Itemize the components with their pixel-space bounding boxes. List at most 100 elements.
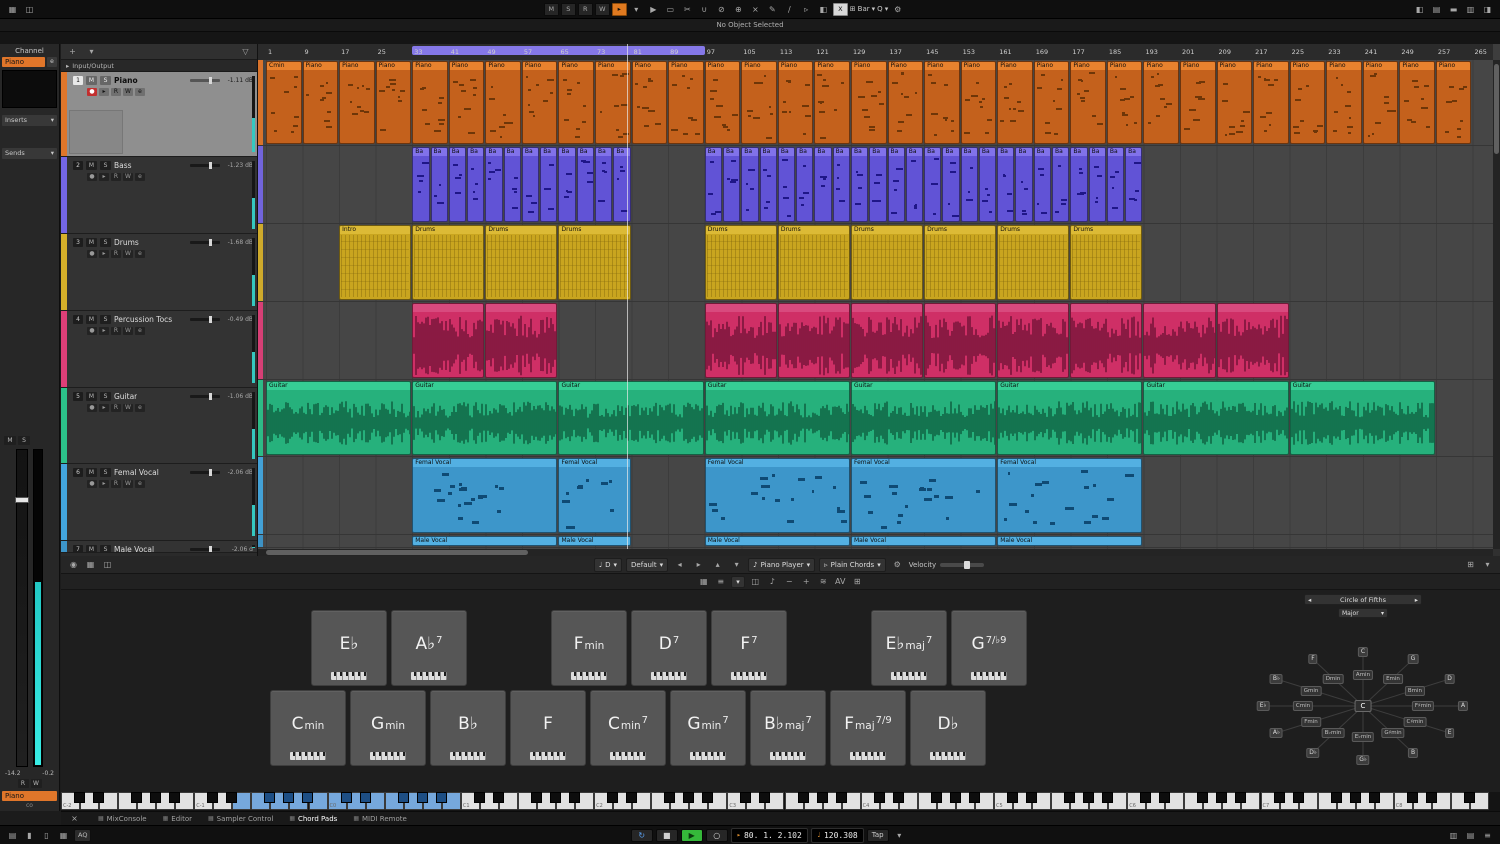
zoom-tool[interactable]: ⊕: [731, 3, 746, 16]
track-edit-button[interactable]: e: [135, 404, 145, 412]
clip-ba[interactable]: Ba: [888, 147, 905, 222]
clip-ba[interactable]: Ba: [778, 147, 795, 222]
clip-drums[interactable]: Drums: [705, 225, 777, 300]
clip-ba[interactable]: Ba: [851, 147, 868, 222]
piano-key-black[interactable]: [1102, 792, 1113, 803]
chord-pad-cmin7[interactable]: Cmin7: [590, 690, 666, 766]
track-volume-slider[interactable]: [190, 395, 220, 398]
track-mute-button[interactable]: M: [86, 545, 97, 554]
performance-meter-icon[interactable]: ▥: [1446, 829, 1461, 842]
clip-femal-vocal[interactable]: Femal Vocal: [705, 458, 850, 533]
piano-key-black[interactable]: [1293, 792, 1304, 803]
clip-piano[interactable]: Piano: [1034, 61, 1070, 144]
piano-key-black[interactable]: [1235, 792, 1246, 803]
close-lower-zone-icon[interactable]: ×: [67, 812, 82, 825]
track-solo-button[interactable]: S: [100, 392, 111, 401]
clip-audio-event[interactable]: [924, 303, 996, 378]
clip-guitar[interactable]: Guitar: [558, 381, 703, 455]
clip-drums[interactable]: Drums: [558, 225, 630, 300]
circle-chord-b-min[interactable]: B♭min: [1322, 728, 1345, 738]
audio-activity-icon[interactable]: ▮: [22, 829, 37, 842]
piano-key-black[interactable]: [398, 792, 409, 803]
piano-key-black[interactable]: [798, 792, 809, 803]
clip-ba[interactable]: Ba: [705, 147, 722, 222]
piano-key-black[interactable]: [1216, 792, 1227, 803]
clip-ba[interactable]: Ba: [522, 147, 539, 222]
track-volume-slider[interactable]: [190, 164, 220, 167]
pads-grid-icon[interactable]: ▦: [696, 575, 711, 588]
track-monitor-button[interactable]: ▸: [99, 404, 109, 412]
auto-quantize-button[interactable]: AQ: [74, 829, 91, 842]
clip-ba[interactable]: Ba: [741, 147, 758, 222]
clip-femal-vocal[interactable]: Femal Vocal: [412, 458, 557, 533]
track-solo-button[interactable]: S: [100, 238, 111, 247]
circle-chord-g[interactable]: G: [1408, 654, 1419, 664]
clip-drums[interactable]: Drums: [778, 225, 850, 300]
track-volume-slider[interactable]: [190, 241, 220, 244]
cycle-button[interactable]: ↻: [631, 829, 653, 842]
piano-key-black[interactable]: [302, 792, 313, 803]
clip-ba[interactable]: Ba: [833, 147, 850, 222]
next-preset-button[interactable]: ▸: [691, 558, 706, 571]
track-volume-slider[interactable]: [190, 318, 220, 321]
chevron-down-icon[interactable]: ▾: [892, 829, 907, 842]
add-track-button[interactable]: +: [65, 45, 80, 58]
track-record-button[interactable]: ●: [87, 88, 97, 96]
color-tool[interactable]: ◧: [816, 3, 831, 16]
previous-preset-button[interactable]: ◂: [672, 558, 687, 571]
chord-pad-e[interactable]: E♭: [311, 610, 387, 686]
record-button[interactable]: ○: [706, 829, 728, 842]
circle-chord-dmin[interactable]: Dmin: [1323, 674, 1344, 684]
erase-tool[interactable]: ⊘: [714, 3, 729, 16]
channel-edit-button[interactable]: e: [47, 57, 57, 67]
clip-piano[interactable]: Piano: [558, 61, 594, 144]
circle-chord-b[interactable]: B: [1408, 748, 1418, 758]
track-header-drums[interactable]: 3MSDrums-1.68 dB●▸RWe: [61, 234, 257, 311]
circle-of-fifths[interactable]: CGDAEBG♭D♭A♭E♭B♭FAminEminBminF♯minC♯minG…: [1238, 618, 1488, 784]
root-key-dropdown[interactable]: ♩ D ▾: [594, 558, 622, 572]
track-lane-percussion-tocs[interactable]: [258, 302, 1493, 380]
clip-audio-event[interactable]: [1217, 303, 1289, 378]
clip-drums[interactable]: Drums: [924, 225, 996, 300]
clip-drums[interactable]: Drums: [485, 225, 557, 300]
clip-piano[interactable]: Piano: [814, 61, 850, 144]
line-tool[interactable]: ∕: [782, 3, 797, 16]
clip-ba[interactable]: Ba: [1052, 147, 1069, 222]
piano-key-black[interactable]: [131, 792, 142, 803]
clip-ba[interactable]: Ba: [540, 147, 557, 222]
volume-fader[interactable]: [16, 449, 28, 767]
clip-piano[interactable]: Piano: [997, 61, 1033, 144]
clip-piano[interactable]: Piano: [851, 61, 887, 144]
chevron-right-icon[interactable]: ▸: [1415, 596, 1418, 604]
clip-ba[interactable]: Ba: [942, 147, 959, 222]
clip-piano[interactable]: Piano: [1326, 61, 1362, 144]
chord-pad-b-maj7[interactable]: B♭maj7: [750, 690, 826, 766]
track-edit-button[interactable]: e: [135, 173, 145, 181]
piano-key-black[interactable]: [817, 792, 828, 803]
pads-power-button[interactable]: ◉: [66, 558, 81, 571]
piano-key-black[interactable]: [702, 792, 713, 803]
global-write-button[interactable]: W: [595, 3, 610, 16]
piano-key-black[interactable]: [1007, 792, 1018, 803]
track-record-button[interactable]: ●: [87, 327, 97, 335]
piano-key-black[interactable]: [1407, 792, 1418, 803]
clip-ba[interactable]: Ba: [796, 147, 813, 222]
circle-chord-cmin[interactable]: Cmin: [1293, 701, 1313, 711]
mute-tool[interactable]: ×: [748, 3, 763, 16]
chord-pad-fmaj7-9[interactable]: Fmaj7/9: [830, 690, 906, 766]
track-header-percussion-tocs[interactable]: 4MSPercussion Tocs-0.49 dB●▸RWe: [61, 311, 257, 388]
chord-pad-cmin[interactable]: Cmin: [270, 690, 346, 766]
piano-key-black[interactable]: [1464, 792, 1475, 803]
circle-chord-bmin[interactable]: Bmin: [1405, 686, 1425, 696]
piano-key-black[interactable]: [1274, 792, 1285, 803]
piano-key-black[interactable]: [931, 792, 942, 803]
piano-key-black[interactable]: [550, 792, 561, 803]
piano-key-black[interactable]: [1159, 792, 1170, 803]
slider-handle[interactable]: [209, 393, 212, 400]
toolbar-settings-icon[interactable]: ⚙: [890, 3, 905, 16]
clip-ba[interactable]: Ba: [449, 147, 466, 222]
track-mute-button[interactable]: M: [86, 238, 97, 247]
clip-piano[interactable]: Piano: [924, 61, 960, 144]
clip-ba[interactable]: Ba: [1034, 147, 1051, 222]
track-header-piano[interactable]: 1MSPiano-1.11 dB●▸RWe: [61, 72, 257, 157]
